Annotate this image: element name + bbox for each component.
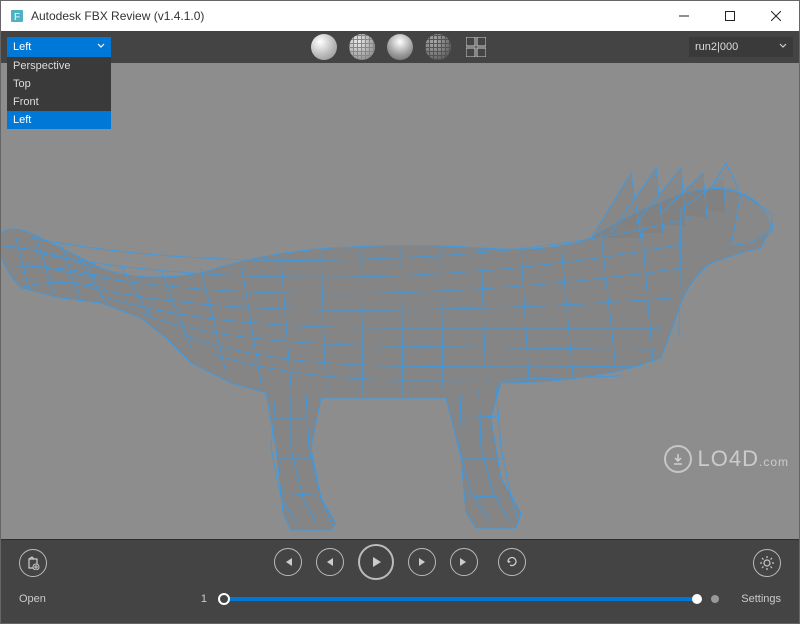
- window-title: Autodesk FBX Review (v1.4.1.0): [31, 9, 661, 23]
- timeline-end-dot: [711, 595, 719, 603]
- animation-selector-value: run2|000: [695, 41, 738, 53]
- timeline-slider[interactable]: [223, 597, 697, 601]
- timeline-playhead[interactable]: [218, 593, 230, 605]
- wolf-wireframe-model: [1, 118, 799, 538]
- view-option-perspective[interactable]: Perspective: [7, 57, 111, 75]
- view-option-left[interactable]: Left: [7, 111, 111, 129]
- footer-row: Open 1 Settings: [1, 581, 799, 623]
- view-selector[interactable]: Left Perspective Top Front Left: [7, 37, 111, 57]
- app-icon: F: [9, 8, 25, 24]
- first-frame-button[interactable]: [274, 548, 302, 576]
- viewport[interactable]: LO4D.com: [1, 63, 799, 539]
- view-selector-value: Left: [13, 41, 31, 53]
- toolbar: Left Perspective Top Front Left run2|000: [1, 31, 799, 63]
- timeline-end-marker[interactable]: [692, 594, 702, 604]
- shading-mode-group: [311, 34, 489, 60]
- view-dropdown: Perspective Top Front Left: [7, 57, 111, 129]
- current-frame-label: 1: [139, 593, 219, 605]
- app-window: F Autodesk FBX Review (v1.4.1.0) Left Pe…: [0, 0, 800, 624]
- maximize-button[interactable]: [707, 1, 753, 31]
- transport-controls: [1, 539, 799, 581]
- multiview-icon[interactable]: [463, 34, 489, 60]
- settings-button[interactable]: [753, 549, 781, 577]
- next-frame-button[interactable]: [408, 548, 436, 576]
- loop-button[interactable]: [498, 548, 526, 576]
- wireframe-shaded-icon[interactable]: [349, 34, 375, 60]
- view-option-top[interactable]: Top: [7, 75, 111, 93]
- close-button[interactable]: [753, 1, 799, 31]
- lit-icon[interactable]: [387, 34, 413, 60]
- smooth-shaded-icon[interactable]: [311, 34, 337, 60]
- footer: Open 1 Settings: [1, 539, 799, 623]
- open-button[interactable]: [19, 549, 47, 577]
- last-frame-button[interactable]: [450, 548, 478, 576]
- chevron-down-icon: [97, 41, 105, 53]
- svg-text:F: F: [14, 12, 20, 23]
- play-button[interactable]: [358, 544, 394, 580]
- prev-frame-button[interactable]: [316, 548, 344, 576]
- chevron-down-icon: [779, 41, 787, 53]
- titlebar: F Autodesk FBX Review (v1.4.1.0): [1, 1, 799, 31]
- open-label: Open: [19, 593, 139, 605]
- minimize-button[interactable]: [661, 1, 707, 31]
- animation-selector[interactable]: run2|000: [689, 37, 793, 57]
- view-option-front[interactable]: Front: [7, 93, 111, 111]
- wireframe-dark-icon[interactable]: [425, 34, 451, 60]
